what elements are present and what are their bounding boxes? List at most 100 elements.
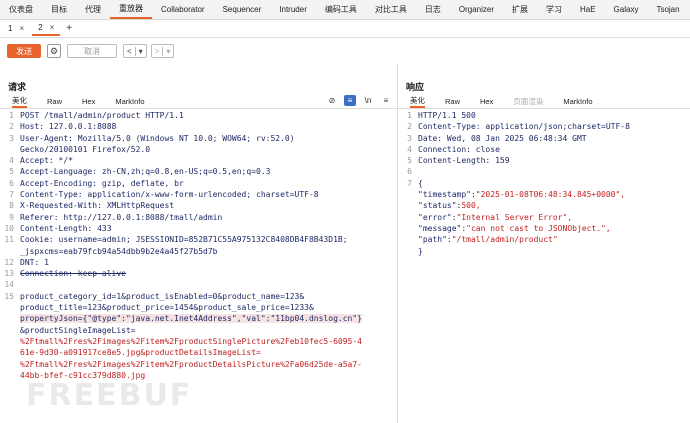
code-text: { (418, 178, 423, 188)
line-number: 10 (4, 223, 14, 233)
code-line: 3 Date: Wed, 08 Jan 2025 06:48:34 GMT (398, 133, 690, 144)
send-button[interactable]: 发送 (7, 44, 41, 58)
code-text: Accept-Encoding: gzip, deflate, br (20, 178, 184, 188)
request-tab-1[interactable]: 1 × (2, 21, 30, 36)
menu-item[interactable]: 扩展 (503, 0, 537, 19)
menu-item[interactable]: Organizer (450, 0, 503, 19)
code-line: 14 (0, 279, 396, 290)
request-tab-2[interactable]: 2 × (32, 21, 61, 36)
line-number: 1 (407, 111, 412, 120)
view-tab[interactable]: MarkInfo (115, 97, 144, 106)
menu-item[interactable]: 对比工具 (366, 0, 416, 19)
chevron-left-icon: < (127, 46, 132, 56)
code-line: 12 DNT: 1 (0, 257, 396, 268)
hide-eye-icon[interactable]: ⊘ (326, 95, 338, 106)
cancel-button[interactable]: 取消 (67, 44, 117, 58)
menu-item[interactable]: Galaxy (605, 0, 648, 19)
menu-item[interactable]: HaE (571, 0, 605, 19)
code-text: _jspxcms=eab79fcb94a54dbb9b2e4a45f27b5d7… (20, 246, 218, 256)
code-text: &productSingleImageList= (20, 325, 136, 335)
menu-item[interactable]: 仪表盘 (0, 0, 42, 19)
json-key: "error": (418, 212, 457, 222)
line-number (398, 189, 418, 200)
close-icon[interactable]: × (50, 23, 55, 32)
settings-gear-icon[interactable]: ⚙ (47, 44, 61, 58)
code-text: propertyJson={"@type":"java.net.Inet4Add… (20, 313, 362, 324)
request-editor[interactable]: 1 POST /tmall/admin/product HTTP/1.1 2 Host… (0, 110, 396, 381)
code-text: Cookie: username=admin; JSESSIONID=852B7… (20, 235, 348, 245)
view-tab[interactable]: Raw (445, 97, 460, 106)
code-text: User-Agent: Mozilla/5.0 (Windows NT 10.0… (20, 133, 295, 143)
repeater-tabbar: 1 × 2 × + (0, 20, 690, 38)
menu-item[interactable]: 代理 (76, 0, 110, 19)
history-back-button[interactable]: < ▾ (123, 44, 147, 58)
code-text: "message":"can not cast to JSONObject.", (418, 223, 611, 234)
line-number (398, 234, 418, 245)
code-line: "error":"Internal Server Error", (398, 212, 690, 223)
freebuf-watermark: FREEBUF (26, 378, 193, 413)
menu-item[interactable]: Intruder (270, 0, 316, 19)
code-line: 1 POST /tmall/admin/product HTTP/1.1 (0, 110, 396, 121)
code-text: Host: 127.0.0.1:8088 (20, 122, 117, 132)
line-number: 2 (9, 122, 14, 132)
line-number (0, 325, 20, 336)
json-key: "status": (418, 201, 462, 211)
line-number (0, 144, 20, 155)
line-number: 7 (9, 190, 14, 200)
menu-item[interactable]: 重放器 (110, 0, 152, 19)
view-tab[interactable]: 美化 (410, 95, 425, 108)
response-tabs-divider (398, 108, 690, 109)
line-number (0, 359, 20, 370)
json-value: "2025-01-08T06:48:34.845+0000", (475, 190, 626, 200)
menu-item[interactable]: Sequencer (214, 0, 271, 19)
menu-item[interactable]: 学习 (537, 0, 571, 19)
code-line: 5 Content-Length: 159 (398, 155, 690, 166)
code-line: product_title=123&product_price=1454&pro… (0, 302, 396, 313)
response-panel-title: 响应 (406, 82, 425, 92)
response-editor[interactable]: 1 HTTP/1.1 500 2 Content-Type: application/… (398, 110, 690, 257)
code-line: 6 Accept-Encoding: gzip, deflate, br (0, 178, 396, 189)
view-tab[interactable]: 美化 (12, 95, 27, 108)
code-line: "path":"/tmall/admin/product" (398, 234, 690, 245)
code-line: 4 Connection: close (398, 144, 690, 155)
menu-item[interactable]: 目标 (42, 0, 76, 19)
line-number: 2 (407, 122, 412, 132)
json-value: "Internal Server Error", (456, 212, 573, 222)
code-line: 8 X-Requested-With: XMLHttpRequest (0, 200, 396, 211)
newline-icon[interactable]: \n (362, 95, 374, 106)
view-tab[interactable]: MarkInfo (563, 97, 592, 106)
tab-label: 2 (38, 23, 43, 32)
code-line: 10 Content-Length: 433 (0, 223, 396, 234)
line-number (398, 200, 418, 211)
wrap-lines-icon[interactable]: ≡ (344, 95, 356, 106)
close-icon[interactable]: × (19, 24, 24, 33)
line-number: 4 (407, 144, 412, 154)
menu-item[interactable]: Collaborator (152, 0, 214, 19)
line-number: 6 (9, 178, 14, 188)
line-number (398, 246, 418, 257)
code-line: %2Ftmall%2Fres%2Fimages%2Fitem%2Fproduct… (0, 336, 396, 347)
menu-item[interactable]: 日志 (416, 0, 450, 19)
code-line: 5 Accept-Language: zh-CN,zh;q=0.8,en-US;q… (0, 166, 396, 177)
line-number: 1 (9, 111, 14, 120)
view-tab[interactable]: 页面渲染 (513, 96, 543, 107)
code-text: "error":"Internal Server Error", (418, 212, 572, 223)
line-number (0, 246, 20, 257)
menu-item[interactable]: 编码工具 (316, 0, 366, 19)
code-line: 7{ (398, 178, 690, 189)
view-tab[interactable]: Hex (480, 97, 493, 106)
view-tab[interactable]: Hex (82, 97, 95, 106)
code-line: 9 Referer: http://127.0.0.1:8088/tmall/ad… (0, 212, 396, 223)
code-line: "status":500, (398, 200, 690, 211)
code-line: 11 Cookie: username=admin; JSESSIONID=852… (0, 234, 396, 245)
code-text: Content-Length: 433 (20, 223, 112, 233)
menu-icon[interactable]: ≡ (380, 95, 392, 106)
add-tab-icon[interactable]: + (66, 23, 72, 34)
code-text: Content-Type: application/json;charset=U… (418, 122, 630, 132)
menu-item[interactable]: Tsojan (647, 0, 688, 19)
history-forward-button[interactable]: > ▾ (150, 44, 175, 58)
code-text: DNT: 1 (20, 257, 49, 267)
request-view-tabs: 美化 Raw Hex MarkInfo (12, 94, 165, 108)
code-text: %2Ftmall%2Fres%2Fimages%2Fitem%2Fproduct… (20, 336, 362, 346)
view-tab[interactable]: Raw (47, 97, 62, 106)
